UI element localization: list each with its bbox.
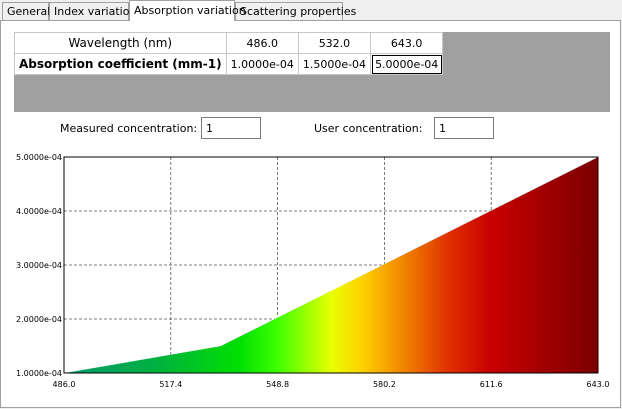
absorption-header: Absorption coefficient (mm-1) (14, 53, 227, 75)
absorption-cell-selected[interactable]: 5.0000e-04 (370, 53, 444, 75)
x-tick-label: 486.0 (53, 380, 76, 389)
x-tick-label: 517.4 (159, 380, 182, 389)
wavelength-cell[interactable]: 486.0 (225, 32, 299, 54)
absorption-grid: Wavelength (nm) 486.0 532.0 643.0 Absorp… (14, 32, 610, 112)
y-tick-label: 1.0000e-04 (16, 369, 62, 378)
y-tick-label: 2.0000e-04 (16, 315, 62, 324)
x-tick-label: 548.8 (266, 380, 289, 389)
absorption-cell[interactable]: 1.5000e-04 (297, 53, 372, 75)
wavelength-row: Wavelength (nm) 486.0 532.0 643.0 (14, 32, 444, 54)
tab-scattering-properties[interactable]: Scattering properties (235, 2, 356, 20)
tab-index-variation[interactable]: Index variation (49, 2, 136, 20)
user-concentration-label: User concentration: (314, 122, 423, 135)
x-tick-label: 643.0 (587, 380, 610, 389)
absorption-chart: 486.0 517.4 548.8 580.2 611.6 643.0 1.0000e-04… (16, 153, 610, 389)
tab-absorption-variation[interactable]: Absorption variation (129, 0, 246, 21)
measured-concentration-label: Measured concentration: (60, 122, 198, 135)
absorption-variation-panel: Wavelength (nm) 486.0 532.0 643.0 Absorp… (0, 20, 621, 408)
absorption-cell[interactable]: 1.0000e-04 (225, 53, 299, 75)
wavelength-cell[interactable]: 643.0 (370, 32, 444, 54)
x-tick-label: 580.2 (373, 380, 396, 389)
x-tick-label: 611.6 (480, 380, 503, 389)
tab-strip: General Index variation Absorption varia… (0, 0, 622, 21)
absorption-table: Wavelength (nm) 486.0 532.0 643.0 Absorp… (14, 32, 444, 75)
absorption-row: Absorption coefficient (mm-1) 1.0000e-04… (14, 53, 444, 75)
wavelength-cell[interactable]: 532.0 (297, 32, 372, 54)
y-tick-label: 4.0000e-04 (16, 207, 62, 216)
wavelength-header: Wavelength (nm) (14, 32, 227, 54)
y-tick-label: 5.0000e-04 (16, 153, 62, 162)
tab-general[interactable]: General (2, 2, 50, 20)
y-tick-label: 3.0000e-04 (16, 261, 62, 270)
